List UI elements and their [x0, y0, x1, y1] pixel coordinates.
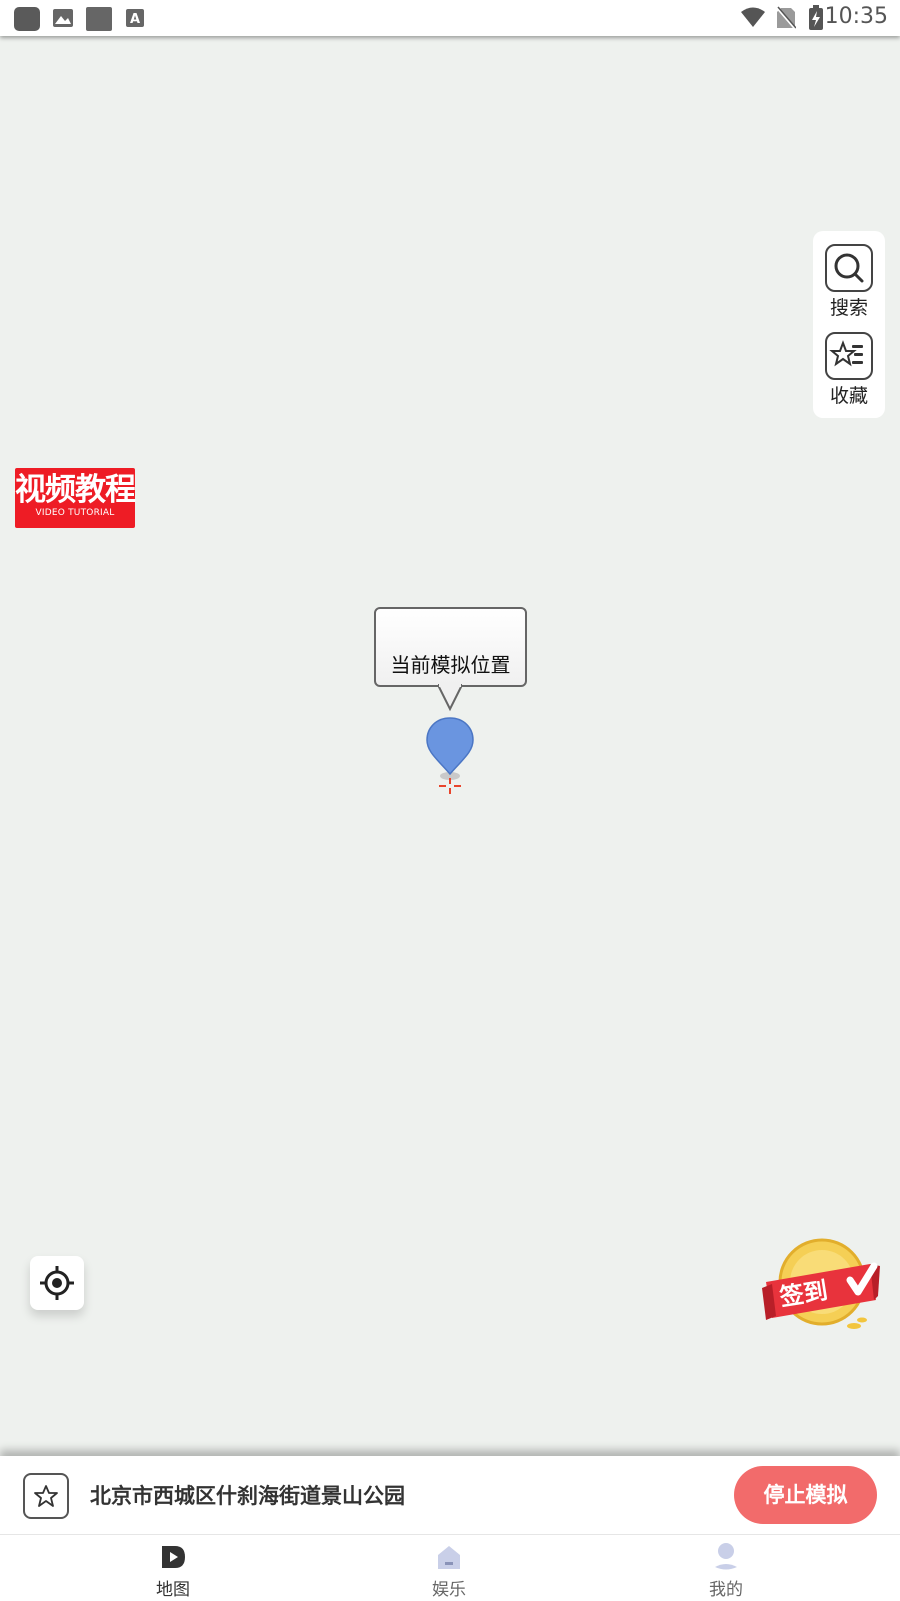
search-button[interactable]	[825, 244, 873, 292]
app-icon	[86, 7, 112, 31]
map-pin-icon[interactable]	[424, 716, 476, 800]
search-label: 搜索	[829, 297, 868, 319]
bottom-nav: 地图 娱乐 我的	[0, 1534, 900, 1601]
tab-map[interactable]: 地图	[113, 1535, 233, 1601]
clock: 10:35	[824, 4, 888, 29]
home-icon	[438, 1546, 460, 1569]
callout-text: 当前模拟位置	[390, 653, 511, 677]
tab-map-label: 地图	[156, 1580, 190, 1600]
app-icon	[14, 7, 40, 31]
search-icon	[834, 253, 864, 283]
battery-charging-icon	[809, 5, 823, 30]
favorites-list-icon	[829, 340, 863, 367]
tab-entertainment[interactable]: 娱乐	[389, 1535, 509, 1601]
video-tutorial-subtitle: VIDEO TUTORIAL	[35, 508, 115, 518]
map-play-icon	[162, 1546, 185, 1568]
my-location-button[interactable]	[30, 1256, 84, 1310]
video-tutorial-title: 视频教程	[15, 472, 136, 508]
tab-entertainment-label: 娱乐	[432, 1580, 466, 1600]
check-in-button[interactable]: 签到	[762, 1236, 880, 1336]
location-callout: 当前模拟位置	[374, 607, 527, 687]
check-in-badge-icon: 签到	[762, 1238, 880, 1329]
image-icon	[53, 9, 73, 27]
favorites-label: 收藏	[829, 385, 868, 407]
star-icon	[34, 1485, 58, 1507]
wifi-icon	[741, 7, 765, 27]
crosshair-icon	[40, 1266, 74, 1300]
stop-simulation-button[interactable]: 停止模拟	[734, 1466, 877, 1524]
callout-tail	[438, 684, 462, 712]
no-sim-icon	[776, 6, 796, 30]
video-tutorial-badge[interactable]: 视频教程 VIDEO TUTORIAL	[15, 468, 136, 528]
tab-profile[interactable]: 我的	[666, 1535, 786, 1601]
location-info-bar: 北京市西城区什刹海街道景山公园 停止模拟	[0, 1456, 900, 1534]
font-icon: A	[126, 9, 144, 27]
current-address: 北京市西城区什刹海街道景山公园	[90, 1484, 405, 1508]
user-icon	[715, 1543, 737, 1570]
favorites-button[interactable]	[825, 332, 873, 380]
map-tool-panel: 搜索 收藏	[813, 231, 885, 418]
favorite-location-button[interactable]	[23, 1473, 69, 1519]
tab-profile-label: 我的	[709, 1580, 743, 1600]
svg-text:A: A	[130, 12, 140, 27]
status-bar: A 10:35	[0, 0, 900, 36]
